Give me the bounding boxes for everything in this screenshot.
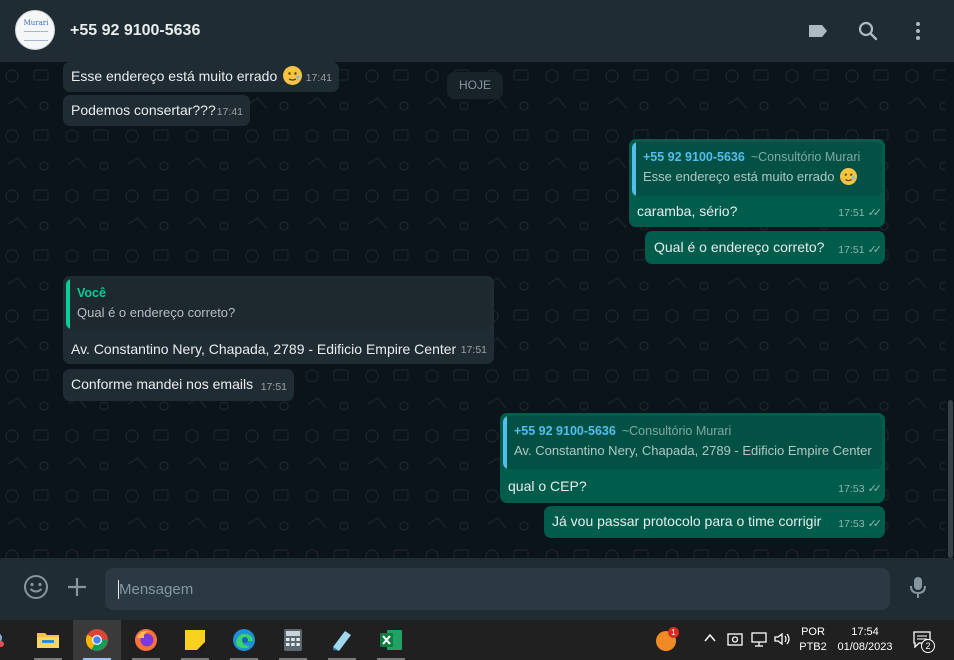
message-text: Av. Constantino Nery, Chapada, 2789 - Ed… (71, 341, 457, 357)
date-chip: HOJE (447, 72, 504, 99)
text-caret (118, 580, 119, 599)
notepad-icon[interactable] (318, 620, 366, 660)
read-ticks-icon: ✓✓ (867, 244, 883, 256)
message-time-container: 17:51 ✓✓ (838, 241, 883, 260)
clock-time: 17:54 (851, 626, 879, 638)
notification-badge: 1 (668, 627, 679, 638)
read-ticks-icon: ✓✓ (867, 483, 883, 495)
attach-plus-icon[interactable] (64, 574, 90, 600)
language-indicator[interactable]: POR PTB2 (797, 625, 829, 655)
quote-alias: ~Consultório Murari (750, 150, 861, 164)
message-time-container: 17:51 ✓✓ (838, 204, 883, 223)
message-bubble-incoming[interactable]: Conforme mandei nos emails 17:51 (63, 369, 294, 401)
system-clock[interactable]: 17:54 01/08/2023 (834, 625, 896, 655)
start-partial-icon[interactable] (0, 620, 12, 660)
edge-icon[interactable] (220, 620, 268, 660)
file-explorer-icon[interactable] (24, 620, 72, 660)
message-text: Esse endereço está muito errado (71, 68, 278, 84)
language-code: POR (801, 626, 825, 638)
face-with-tear-icon (283, 66, 303, 85)
chevron-up-icon[interactable] (702, 630, 718, 651)
action-center-icon[interactable]: 2 (912, 630, 936, 653)
chat-header: Murari +55 92 9100-5636 (0, 0, 954, 62)
message-text: caramba, sério? (637, 203, 738, 219)
avatar[interactable]: Murari (15, 10, 55, 50)
avatar-logo-text: Murari (23, 19, 49, 27)
chat-scrollbar[interactable] (946, 62, 954, 558)
quote-author: +55 92 9100-5636 (514, 424, 616, 438)
label-icon[interactable] (806, 19, 830, 43)
face-with-tear-icon (840, 168, 858, 185)
quote-alias: ~Consultório Murari (621, 424, 732, 438)
message-time: 17:53 (838, 518, 865, 530)
quoted-message[interactable]: Você Qual é o endereço correto? (66, 279, 491, 329)
message-bubble-outgoing[interactable]: Qual é o endereço correto? 17:51 ✓✓ (645, 231, 885, 264)
menu-icon[interactable] (906, 19, 930, 43)
search-icon[interactable] (856, 19, 880, 43)
volume-icon[interactable] (773, 630, 791, 653)
message-time: 17:51 (838, 207, 865, 219)
whatsapp-window: Murari +55 92 9100-5636 HOJE Esse endere… (0, 0, 954, 660)
message-time: 17:51 (460, 344, 487, 356)
quote-text: Esse endereço está muito errado (643, 169, 835, 184)
message-time: 17:41 (305, 72, 332, 84)
clock-date: 01/08/2023 (837, 641, 893, 653)
message-time: 17:51 (838, 244, 865, 256)
calculator-icon[interactable] (269, 620, 317, 660)
quote-text: Av. Constantino Nery, Chapada, 2789 - Ed… (514, 443, 872, 458)
message-text: Qual é o endereço correto? (654, 239, 825, 255)
read-ticks-icon: ✓✓ (867, 207, 883, 219)
action-center-count: 2 (921, 639, 935, 653)
message-time: 17:53 (838, 483, 865, 495)
message-bubble-outgoing[interactable]: +55 92 9100-5636 ~Consultório Murari Esse… (629, 139, 885, 227)
quoted-message[interactable]: +55 92 9100-5636 ~Consultório Murari Av. … (503, 416, 882, 469)
message-time-container: 17:53 ✓✓ (838, 480, 883, 499)
message-time-container: 17:53 ✓✓ (838, 515, 883, 534)
message-text: Conforme mandei nos emails (71, 376, 254, 392)
message-bubble-incoming[interactable]: Você Qual é o endereço correto? Av. Cons… (63, 276, 494, 364)
read-ticks-icon: ✓✓ (867, 518, 883, 530)
scrollbar-thumb[interactable] (948, 400, 953, 558)
keyboard-layout: PTB2 (799, 641, 827, 653)
contact-name[interactable]: +55 92 9100-5636 (70, 22, 200, 40)
avatar-logo-lines (24, 31, 48, 41)
message-text: Já vou passar protocolo para o time corr… (552, 513, 822, 529)
message-bubble-incoming[interactable]: Podemos consertar??? 17:41 (63, 95, 250, 126)
message-input[interactable] (105, 568, 890, 610)
message-bubble-outgoing[interactable]: +55 92 9100-5636 ~Consultório Murari Av. … (500, 413, 885, 503)
message-text: Podemos consertar??? (71, 102, 216, 118)
message-bubble-outgoing[interactable]: Já vou passar protocolo para o time corr… (544, 506, 885, 538)
notification-app-icon[interactable]: 1 (655, 627, 679, 652)
quoted-message[interactable]: +55 92 9100-5636 ~Consultório Murari Esse… (632, 142, 882, 196)
network-icon[interactable] (750, 630, 768, 653)
excel-icon[interactable] (367, 620, 415, 660)
message-time: 17:51 (260, 381, 287, 393)
security-icon[interactable] (726, 630, 744, 653)
message-text: qual o CEP? (508, 478, 587, 494)
quote-author: Você (77, 286, 106, 300)
sticky-notes-icon[interactable] (171, 620, 219, 660)
message-composer (0, 558, 954, 620)
message-list[interactable]: HOJE Esse endereço está muito errado 17:… (0, 62, 946, 558)
message-bubble-incoming[interactable]: Esse endereço está muito errado 17:41 (63, 62, 339, 92)
quote-author: +55 92 9100-5636 (643, 150, 745, 164)
quote-text: Qual é o endereço correto? (77, 305, 236, 320)
microphone-icon[interactable] (905, 574, 931, 600)
message-time: 17:41 (216, 106, 243, 118)
windows-taskbar: 1 POR PTB2 17:54 01/08/2023 2 (0, 620, 954, 660)
emoji-icon[interactable] (23, 574, 49, 600)
chrome-icon[interactable] (73, 620, 121, 660)
firefox-icon[interactable] (122, 620, 170, 660)
